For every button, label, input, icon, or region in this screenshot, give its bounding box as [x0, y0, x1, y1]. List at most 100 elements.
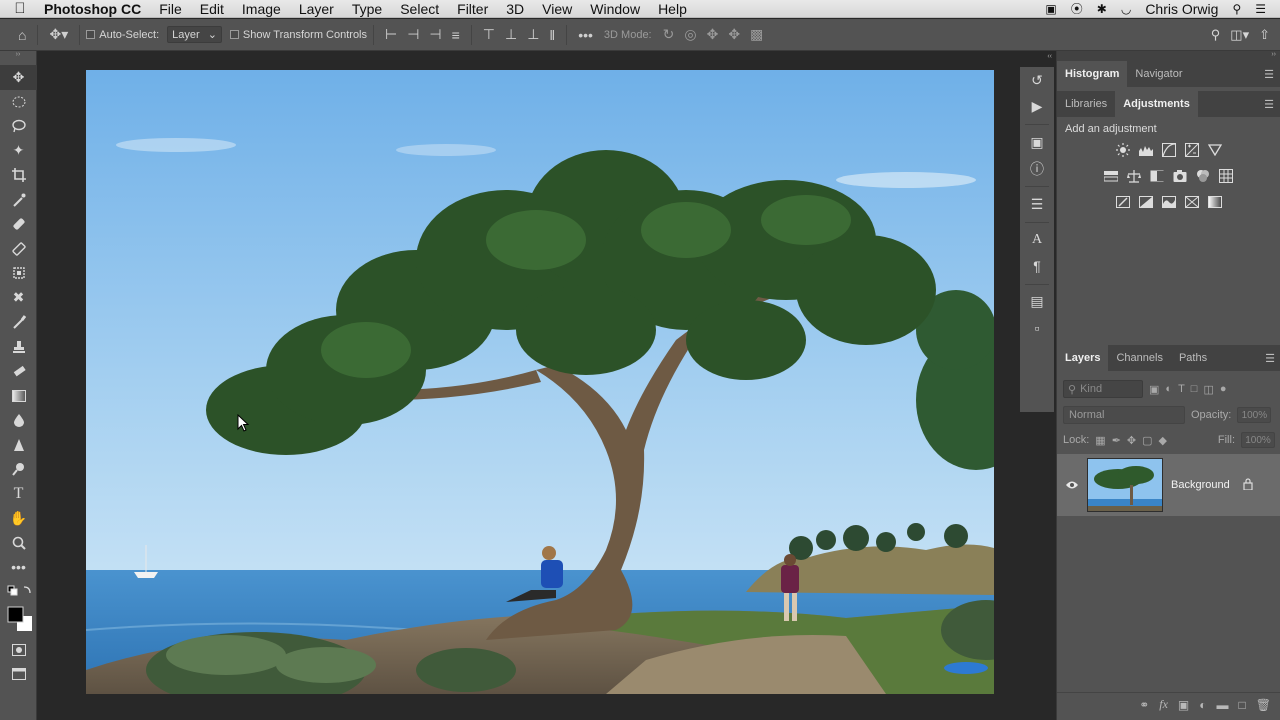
- tab-histogram[interactable]: Histogram: [1057, 61, 1128, 87]
- tab-libraries[interactable]: Libraries: [1057, 91, 1115, 117]
- zoom-tool-icon[interactable]: [0, 531, 37, 556]
- distribute-vertical-icon[interactable]: ≡: [447, 27, 465, 43]
- panel-menu-icon[interactable]: ☰: [1264, 98, 1280, 111]
- menu-3d[interactable]: 3D: [497, 0, 533, 18]
- layer-name[interactable]: Background: [1163, 479, 1230, 491]
- tab-navigator[interactable]: Navigator: [1127, 61, 1190, 87]
- screen-mode-icon[interactable]: [0, 662, 37, 687]
- healing-brush-tool-icon[interactable]: [0, 212, 37, 237]
- threshold-icon[interactable]: [1161, 194, 1177, 210]
- lock-image-icon[interactable]: ✒: [1112, 434, 1121, 447]
- selective-color-icon[interactable]: [1184, 194, 1200, 210]
- filter-pixel-icon[interactable]: ▣: [1149, 383, 1159, 396]
- history-icon[interactable]: ↺: [1020, 67, 1054, 94]
- color-swatches[interactable]: [0, 602, 37, 638]
- notes-icon[interactable]: ▫: [1020, 315, 1054, 342]
- vibrance-icon[interactable]: [1207, 142, 1223, 158]
- blur-tool-icon[interactable]: [0, 408, 37, 433]
- clone-stamp-tool-icon[interactable]: [0, 261, 37, 286]
- lasso-tool-icon[interactable]: [0, 114, 37, 139]
- lock-artboard-icon[interactable]: ▢: [1142, 434, 1152, 447]
- drag-3d-icon[interactable]: ✥: [702, 26, 724, 43]
- menu-help[interactable]: Help: [649, 0, 696, 18]
- auto-select-dropdown[interactable]: Layer ⌄: [167, 26, 222, 43]
- home-icon[interactable]: ⌂: [0, 27, 31, 43]
- spotlight-search-icon[interactable]: ⚲: [1232, 2, 1241, 16]
- orbit-3d-icon[interactable]: ↻: [658, 26, 680, 43]
- lock-position-icon[interactable]: ✥: [1127, 434, 1136, 447]
- eraser-tool-icon[interactable]: [0, 359, 37, 384]
- align-top-icon[interactable]: ⊤: [478, 26, 500, 43]
- quick-mask-icon[interactable]: [0, 638, 37, 663]
- move-tool-icon[interactable]: ✥: [0, 65, 37, 90]
- tab-adjustments[interactable]: Adjustments: [1115, 91, 1198, 117]
- display-icon[interactable]: ▣: [1045, 2, 1056, 16]
- visibility-eye-icon[interactable]: [1057, 477, 1087, 493]
- align-right-icon[interactable]: ⊣: [424, 26, 446, 43]
- sharpen-tool-icon[interactable]: [0, 433, 37, 458]
- dodge-tool-icon[interactable]: [0, 457, 37, 482]
- brush-tool-icon[interactable]: [0, 237, 37, 262]
- gradient-map-icon[interactable]: [1207, 194, 1223, 210]
- menu-edit[interactable]: Edit: [191, 0, 233, 18]
- content-aware-move-tool-icon[interactable]: ✖: [0, 286, 37, 311]
- crop-tool-icon[interactable]: [0, 163, 37, 188]
- add-mask-icon[interactable]: ▣: [1178, 698, 1189, 712]
- menu-select[interactable]: Select: [391, 0, 448, 18]
- roll-3d-icon[interactable]: ◎: [679, 26, 701, 43]
- new-layer-icon[interactable]: □: [1239, 698, 1246, 712]
- menu-type[interactable]: Type: [343, 0, 391, 18]
- bluetooth-icon[interactable]: ✱: [1097, 2, 1107, 16]
- creative-cloud-icon[interactable]: ⦿: [1071, 0, 1083, 17]
- black-white-icon[interactable]: [1149, 168, 1165, 184]
- menu-layer[interactable]: Layer: [290, 0, 343, 18]
- slide-3d-icon[interactable]: ✥: [723, 26, 745, 43]
- filter-kind-dropdown[interactable]: ⚲ Kind: [1063, 380, 1143, 398]
- new-adjustment-layer-icon[interactable]: ◐: [1199, 698, 1206, 712]
- curves-icon[interactable]: [1161, 142, 1177, 158]
- fill-input[interactable]: 100%: [1241, 432, 1275, 448]
- hand-tool-icon[interactable]: ✋: [0, 506, 37, 531]
- color-balance-icon[interactable]: [1126, 168, 1142, 184]
- more-tools-icon[interactable]: •••: [0, 555, 37, 580]
- glyphs-icon[interactable]: ▤: [1020, 289, 1054, 316]
- auto-select-checkbox[interactable]: [86, 29, 99, 41]
- hue-saturation-icon[interactable]: [1103, 168, 1119, 184]
- tab-channels[interactable]: Channels: [1108, 345, 1170, 371]
- default-colors-icon[interactable]: [0, 580, 37, 602]
- paintbrush-tool-icon[interactable]: [0, 310, 37, 335]
- tab-layers[interactable]: Layers: [1057, 345, 1109, 371]
- move-tool-preset-icon[interactable]: ✥▾: [44, 26, 73, 43]
- invert-icon[interactable]: [1115, 194, 1131, 210]
- color-lookup-icon[interactable]: [1218, 168, 1234, 184]
- 3d-panel-icon[interactable]: ▣: [1020, 129, 1054, 156]
- wifi-icon[interactable]: ◡: [1121, 2, 1131, 16]
- brightness-contrast-icon[interactable]: [1115, 142, 1131, 158]
- search-icon[interactable]: ⚲: [1211, 27, 1221, 43]
- filter-shape-icon[interactable]: □: [1191, 383, 1198, 395]
- layer-lock-icon[interactable]: [1243, 477, 1280, 493]
- menu-view[interactable]: View: [533, 0, 581, 18]
- channel-mixer-icon[interactable]: [1195, 168, 1211, 184]
- layer-style-icon[interactable]: fx: [1159, 697, 1168, 712]
- filter-type-icon[interactable]: T: [1178, 383, 1185, 395]
- share-icon[interactable]: ⇧: [1259, 27, 1270, 43]
- panel-menu-icon[interactable]: ☰: [1265, 352, 1280, 365]
- exposure-icon[interactable]: [1184, 142, 1200, 158]
- magic-wand-tool-icon[interactable]: ✦: [0, 139, 37, 164]
- posterize-icon[interactable]: [1138, 194, 1154, 210]
- menu-window[interactable]: Window: [581, 0, 649, 18]
- document-canvas-area[interactable]: [38, 51, 1018, 720]
- tab-paths[interactable]: Paths: [1171, 345, 1215, 371]
- info-icon[interactable]: ⓘ: [1020, 156, 1054, 183]
- character-icon[interactable]: A: [1020, 227, 1054, 254]
- levels-icon[interactable]: [1138, 142, 1154, 158]
- transform-controls-checkbox[interactable]: [229, 29, 243, 41]
- layer-row-background[interactable]: Background: [1057, 454, 1280, 516]
- user-name[interactable]: Chris Orwig: [1145, 1, 1218, 17]
- menu-app-name[interactable]: Photoshop CC: [40, 0, 150, 18]
- blend-mode-dropdown[interactable]: Normal: [1063, 406, 1185, 424]
- properties-icon[interactable]: ☰: [1020, 191, 1054, 218]
- filter-smart-object-icon[interactable]: ◫: [1203, 383, 1213, 396]
- distribute-horizontal-icon[interactable]: ‖: [544, 27, 560, 43]
